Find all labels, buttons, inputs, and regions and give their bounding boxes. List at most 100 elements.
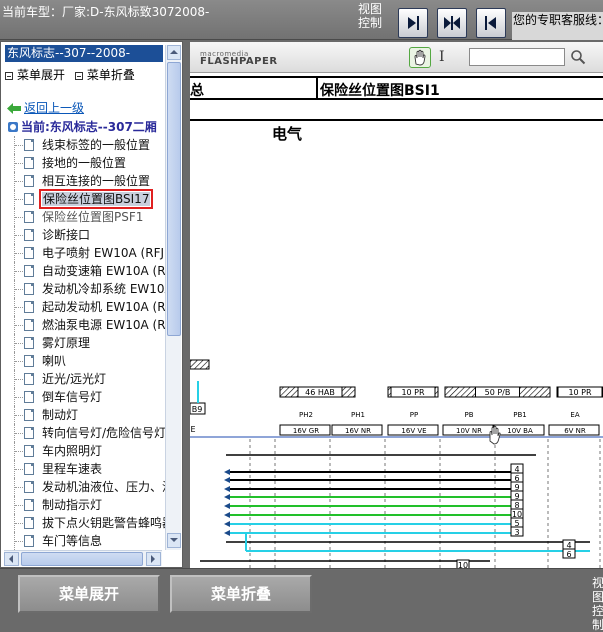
pin-label: PB bbox=[464, 411, 473, 419]
pin-label: PB1 bbox=[513, 411, 526, 419]
tree-item[interactable]: 喇叭 bbox=[1, 352, 165, 370]
tree-item[interactable]: 燃油泵电源 EW10A (RFJ) bbox=[1, 316, 165, 334]
tree-item[interactable]: 近光/远光灯 bbox=[1, 370, 165, 388]
document-icon bbox=[24, 499, 34, 511]
horizontal-scrollbar[interactable] bbox=[4, 550, 162, 566]
document-icon bbox=[24, 229, 34, 241]
scroll-right-button[interactable] bbox=[146, 552, 161, 566]
document-viewer: macromedia FLASHPAPER I 总 保险丝位置图BSI1 电气 … bbox=[190, 42, 603, 569]
document-icon bbox=[24, 265, 34, 277]
document-icon bbox=[24, 427, 34, 439]
expand-menu-button[interactable]: 菜单展开 bbox=[18, 575, 160, 613]
tree-item-label: 里程车速表 bbox=[42, 462, 103, 476]
hand-icon bbox=[414, 49, 426, 66]
arrow-icon bbox=[224, 530, 230, 536]
expand-all-link[interactable]: 菜单展开 bbox=[5, 68, 65, 82]
left-tag-label: E bbox=[190, 425, 195, 434]
tree-item[interactable]: 车内照明灯 bbox=[1, 442, 165, 460]
tree-item-label: 燃油泵电源 EW10A (RFJ) bbox=[42, 318, 165, 332]
document-icon bbox=[24, 409, 34, 421]
tree-item[interactable]: 线束标签的一般位置 bbox=[1, 136, 165, 154]
tree-item-label: 起动发动机 EW10A (RFJ) bbox=[42, 300, 165, 314]
tree-item[interactable]: 拔下点火钥匙警告蜂鸣器 bbox=[1, 514, 165, 532]
tree-item-label: 发动机油液位、压力、温度 bbox=[42, 480, 165, 494]
chevron-up-icon bbox=[170, 50, 178, 54]
tree-item[interactable]: 诊断接口 bbox=[1, 226, 165, 244]
tree-item-label: 车内照明灯 bbox=[42, 444, 103, 458]
arrow-icon bbox=[224, 512, 230, 518]
folder-tree-icon bbox=[8, 122, 18, 132]
tree-item[interactable]: 自动变速箱 EW10A (RFJ) bbox=[1, 262, 165, 280]
scrollbar-thumb[interactable] bbox=[167, 62, 181, 336]
document-page[interactable]: 总 保险丝位置图BSI1 电气 B9 E 46 HAB 10 PR 50 P/B 10 P… bbox=[190, 73, 603, 569]
tree-item-label: 转向信号灯/危险信号灯 bbox=[42, 426, 165, 440]
tree-item[interactable]: 发动机油液位、压力、温度 bbox=[1, 478, 165, 496]
document-icon bbox=[24, 193, 34, 205]
tree-item-label: 诊断接口 bbox=[42, 228, 91, 242]
tree-item-label: 车门等信息 bbox=[42, 534, 103, 548]
tree-item[interactable]: 里程车速表 bbox=[1, 460, 165, 478]
wire-spec-label: 10V BA bbox=[507, 427, 533, 435]
text-select-tool[interactable]: I bbox=[439, 49, 445, 65]
arrow-icon bbox=[224, 486, 230, 492]
vertical-scrollbar[interactable] bbox=[165, 45, 181, 550]
arrow-right-bar-icon bbox=[408, 16, 419, 30]
scroll-down-button[interactable] bbox=[167, 533, 181, 548]
view-right-button[interactable] bbox=[398, 8, 428, 38]
hand-tool-button[interactable] bbox=[409, 47, 431, 68]
tree-item-label: 电子喷射 EW10A (RFJ) bbox=[42, 246, 165, 260]
arrow-icon bbox=[224, 503, 230, 509]
square-icon bbox=[74, 71, 83, 80]
tree-item-label: 自动变速箱 EW10A (RFJ) bbox=[42, 264, 165, 278]
tree-item-label: 相互连接的一般位置 bbox=[42, 174, 151, 188]
tree-item-selected[interactable]: 保险丝位置图BSI17 bbox=[1, 189, 165, 209]
tree-item[interactable]: 制动指示灯 bbox=[1, 496, 165, 514]
search-icon bbox=[571, 50, 586, 65]
chevron-right-icon bbox=[151, 555, 155, 563]
pin-label: EA bbox=[570, 411, 579, 419]
connector-number: 3 bbox=[514, 528, 519, 537]
tree-item[interactable]: 电子喷射 EW10A (RFJ) bbox=[1, 244, 165, 262]
chevron-down-icon bbox=[170, 538, 178, 542]
tree-item[interactable]: 相互连接的一般位置 bbox=[1, 172, 165, 190]
tree-item[interactable]: 转向信号灯/危险信号灯 bbox=[1, 424, 165, 442]
document-icon bbox=[24, 391, 34, 403]
h-scrollbar-thumb[interactable] bbox=[21, 552, 143, 566]
car-model-title: 当前车型：厂家:D-东风标致3072008- bbox=[2, 5, 210, 19]
collapse-all-link[interactable]: 菜单折叠 bbox=[74, 68, 135, 82]
scroll-left-button[interactable] bbox=[4, 552, 19, 566]
wire-spec-label: 16V VE bbox=[401, 427, 426, 435]
collapse-menu-button[interactable]: 菜单折叠 bbox=[170, 575, 312, 613]
tree-item[interactable]: 发动机冷却系统 EW10A bbox=[1, 280, 165, 298]
arrow-icon bbox=[224, 477, 230, 483]
tree-item[interactable]: 起动发动机 EW10A (RFJ) bbox=[1, 298, 165, 316]
tree-item[interactable]: 接地的一般位置 bbox=[1, 154, 165, 172]
tree-item-label: 发动机冷却系统 EW10A bbox=[42, 282, 165, 296]
fuse-box-label: 10 PR bbox=[401, 388, 425, 397]
search-button[interactable] bbox=[570, 49, 586, 68]
view-control-label: 视图控制 bbox=[358, 2, 383, 30]
tree-item[interactable]: 保险丝位置图PSF1 bbox=[1, 208, 165, 226]
tree-item[interactable]: 雾灯原理 bbox=[1, 334, 165, 352]
tree-item-label: 近光/远光灯 bbox=[42, 372, 107, 386]
document-icon bbox=[24, 517, 34, 529]
scroll-up-button[interactable] bbox=[167, 45, 181, 60]
tree-item[interactable]: 车门等信息 bbox=[1, 532, 165, 550]
chevron-left-icon bbox=[9, 555, 13, 563]
document-icon bbox=[24, 157, 34, 169]
document-icon bbox=[24, 535, 34, 547]
tree-item-label: 保险丝位置图BSI17 bbox=[38, 189, 154, 209]
view-split-button[interactable] bbox=[437, 8, 467, 38]
search-input[interactable] bbox=[469, 48, 565, 66]
current-node: 当前:东风标志--307二厢 bbox=[7, 118, 163, 135]
pin-label: PP bbox=[410, 411, 418, 419]
tree-item-label: 线束标签的一般位置 bbox=[42, 138, 151, 152]
view-left-button[interactable] bbox=[476, 8, 506, 38]
wiring-diagram: B9 E 46 HAB 10 PR 50 P/B 10 PR PH2 16V GR PH1 16V… bbox=[190, 359, 603, 569]
tree-item[interactable]: 制动灯 bbox=[1, 406, 165, 424]
tree-item[interactable]: 倒车信号灯 bbox=[1, 388, 165, 406]
flashpaper-toolbar: macromedia FLASHPAPER I bbox=[190, 42, 603, 73]
wire-spec-label: 10V NR bbox=[456, 427, 482, 435]
document-icon bbox=[24, 319, 34, 331]
back-link[interactable]: 返回上一级 bbox=[7, 99, 84, 116]
